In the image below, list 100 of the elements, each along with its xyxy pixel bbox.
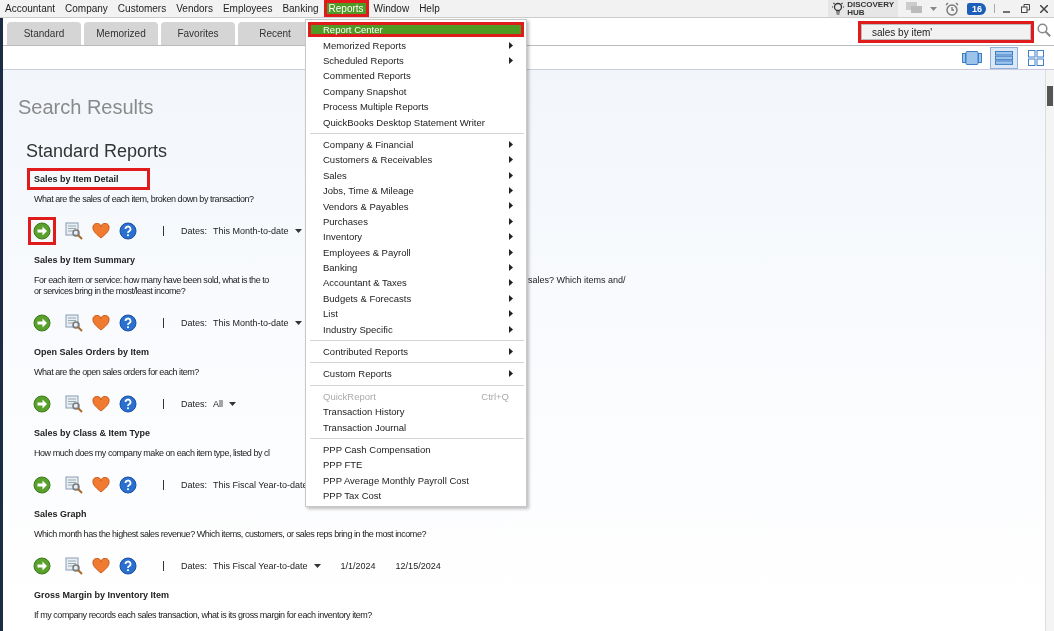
menu-entry[interactable]: List: [308, 306, 524, 322]
menu-item[interactable]: Reports: [323, 0, 369, 17]
help-icon[interactable]: [119, 476, 137, 494]
to-date[interactable]: 12/15/2024: [395, 561, 441, 571]
menu-entry[interactable]: Accountant & Taxes: [308, 275, 524, 291]
help-icon[interactable]: [119, 395, 137, 413]
menu-item[interactable]: Company: [60, 0, 113, 17]
dates-label: Dates:: [181, 226, 207, 236]
run-report-button[interactable]: [28, 217, 56, 245]
menu-entry[interactable]: PPP Tax Cost: [308, 487, 524, 504]
preview-icon[interactable]: [65, 314, 83, 332]
menu-entry[interactable]: Employees & Payroll: [308, 244, 524, 260]
report-description: Which month has the highest sales revenue? Which items, customers, or sales reps bring in the most income?: [34, 529, 426, 540]
report-title[interactable]: Open Sales Orders by Item: [27, 341, 157, 363]
report-description: What are the sales of each item, broken down by transaction?: [34, 194, 254, 205]
menu-entry[interactable]: Budgets & Forecasts: [308, 290, 524, 307]
preview-icon[interactable]: [65, 557, 83, 575]
submenu-arrow-icon: [509, 370, 513, 378]
menu-entry[interactable]: PPP FTE: [308, 457, 524, 473]
help-icon[interactable]: [119, 314, 137, 332]
from-date[interactable]: 1/1/2024: [340, 561, 376, 571]
section-title: Standard Reports: [26, 141, 168, 162]
menu-entry[interactable]: PPP Average Monthly Payroll Cost: [308, 472, 524, 488]
search-field[interactable]: sales by item': [858, 21, 1034, 43]
menu-entry[interactable]: Company & Financial: [308, 136, 524, 153]
heart-icon[interactable]: [92, 223, 110, 239]
menu-entry[interactable]: Industry Specific: [308, 321, 524, 337]
dates-label: Dates:: [181, 399, 207, 409]
menu-entry[interactable]: QuickBooks Desktop Statement Writer: [308, 114, 524, 130]
scrollbar[interactable]: [1045, 70, 1054, 631]
menu-item[interactable]: Accountant: [0, 0, 61, 17]
search-icon[interactable]: [1037, 23, 1051, 37]
report-description: What are the open sales orders for each item?: [34, 367, 199, 378]
menu-entry[interactable]: Transaction Journal: [308, 419, 524, 435]
reminder-count[interactable]: 16: [967, 2, 986, 15]
caret-icon[interactable]: [313, 564, 321, 568]
help-icon[interactable]: [119, 557, 137, 575]
lightbulb-icon: [832, 1, 845, 16]
menu-entry[interactable]: Inventory: [308, 229, 524, 245]
report-title[interactable]: Sales by Class & Item Type: [27, 422, 157, 444]
menu-entry[interactable]: Scheduled Reports: [308, 52, 524, 69]
tab[interactable]: Standard: [7, 22, 81, 45]
alarm-clock-icon[interactable]: [945, 1, 959, 16]
menu-entry[interactable]: Company Snapshot: [308, 83, 524, 99]
preview-icon[interactable]: [65, 476, 83, 494]
menu-item[interactable]: Employees: [217, 0, 278, 17]
menu-entry[interactable]: Transaction History: [308, 404, 524, 420]
preview-icon[interactable]: [65, 222, 83, 240]
date-range-dropdown[interactable]: This Month-to-date: [213, 318, 289, 328]
report-title[interactable]: Sales Graph: [27, 503, 94, 525]
menu-entry[interactable]: Purchases: [308, 213, 524, 230]
report-title[interactable]: Sales by Item Detail: [27, 168, 150, 190]
date-range-dropdown[interactable]: This Fiscal Year-to-date: [213, 480, 308, 490]
menu-item[interactable]: Banking: [277, 0, 324, 17]
menu-entry[interactable]: Sales: [308, 167, 524, 183]
menu-item[interactable]: Customers: [112, 0, 172, 17]
report-title[interactable]: Gross Margin by Inventory Item: [27, 584, 177, 606]
menu-entry[interactable]: Commented Reports: [308, 68, 524, 84]
menu-entry[interactable]: Custom Reports: [308, 366, 524, 382]
close-icon[interactable]: [1040, 4, 1048, 13]
menu-entry[interactable]: Vendors & Payables: [308, 198, 524, 214]
report-title[interactable]: Sales by Item Summary: [27, 249, 143, 271]
menu-entry[interactable]: Contributed Reports: [308, 343, 524, 360]
menu-entry[interactable]: Process Multiple Reports: [308, 98, 524, 115]
tab[interactable]: Memorized: [84, 22, 158, 45]
view-button[interactable]: [990, 46, 1018, 69]
date-range-dropdown[interactable]: All: [213, 399, 224, 409]
date-range-dropdown[interactable]: This Fiscal Year-to-date: [213, 561, 308, 571]
menu-entry[interactable]: Customers & Receivables: [308, 152, 524, 168]
heart-icon[interactable]: [92, 558, 110, 574]
heart-icon[interactable]: [92, 315, 110, 331]
menu-entry[interactable]: Jobs, Time & Mileage: [308, 182, 524, 199]
dates-label: Dates:: [181, 318, 207, 328]
help-icon[interactable]: [119, 222, 137, 240]
report-description: For each item or service: how many have been sold, what is the to: [34, 275, 270, 286]
date-range-dropdown[interactable]: This Month-to-date: [213, 226, 289, 236]
heart-icon[interactable]: [92, 477, 110, 493]
heart-icon[interactable]: [92, 396, 110, 412]
menu-item[interactable]: Window: [368, 0, 415, 17]
menu-entry[interactable]: PPP Cash Compensation: [308, 441, 524, 458]
discovery-hub-button[interactable]: DISCOVERY HUB: [828, 0, 898, 17]
menu-entry[interactable]: Banking: [308, 259, 524, 276]
caret-icon[interactable]: [294, 229, 302, 233]
list-view-icon: [995, 50, 1013, 65]
preview-icon[interactable]: [65, 395, 83, 413]
report-description: If my company records each sales transaction, what is its gross margin for each inventory item?: [34, 610, 372, 621]
dates-label: Dates:: [181, 561, 207, 571]
menu-item[interactable]: Help: [414, 0, 445, 17]
menu-entry[interactable]: Report Center: [308, 22, 524, 38]
caret-icon[interactable]: [294, 321, 302, 325]
tab[interactable]: Favorites: [161, 22, 235, 45]
hub-label: DISCOVERY: [847, 0, 894, 9]
caret-icon[interactable]: [229, 402, 237, 406]
report-description: How much does my company make on each item type, listed by cl: [34, 448, 270, 459]
grid-view-icon: [1028, 49, 1044, 66]
restore-icon[interactable]: [1021, 4, 1030, 13]
carousel-view-icon: [962, 50, 982, 65]
submenu-arrow-icon: [509, 348, 513, 355]
menu-item[interactable]: Vendors: [171, 0, 218, 17]
report-description: sales? Which items and/: [528, 275, 626, 286]
